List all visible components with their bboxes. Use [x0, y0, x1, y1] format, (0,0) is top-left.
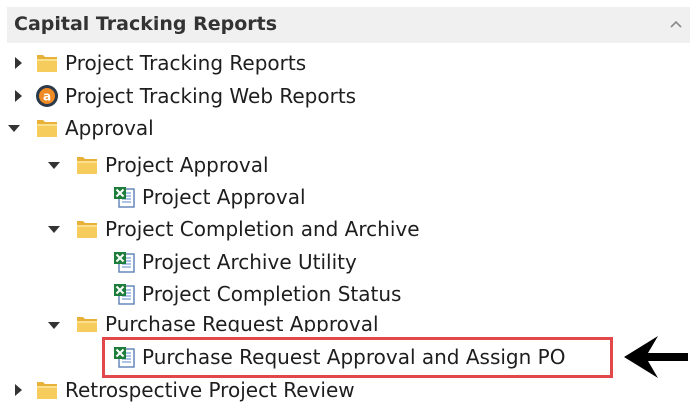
tree-item-label: Retrospective Project Review [65, 378, 355, 402]
panel-title: Capital Tracking Reports [14, 13, 278, 35]
expand-arrow-icon[interactable] [9, 87, 27, 105]
excel-report-icon [112, 282, 136, 306]
expand-arrow-icon[interactable] [9, 54, 27, 72]
tree-item-label: Project Approval [105, 153, 269, 177]
collapse-arrow-icon[interactable] [5, 119, 23, 137]
folder-icon [35, 378, 59, 402]
expand-arrow-icon[interactable] [9, 381, 27, 399]
capital-tracking-reports-panel: Capital Tracking Reports Project Trackin… [0, 0, 690, 405]
collapse-arrow-icon[interactable] [45, 316, 63, 332]
tree-item-label: Project Tracking Reports [65, 51, 307, 75]
tree-item-retrospective-project-review[interactable]: Retrospective Project Review [9, 375, 355, 405]
highlight-box [102, 337, 613, 378]
tree-item-label: Project Completion and Archive [105, 217, 420, 241]
tree-item-project-approval-folder[interactable]: Project Approval [45, 150, 269, 180]
tree-item-approval[interactable]: Approval [5, 113, 154, 143]
tree-item-project-completion-and-archive[interactable]: Project Completion and Archive [45, 214, 420, 244]
folder-icon [75, 153, 99, 177]
chevron-up-icon[interactable] [667, 15, 685, 33]
tree-item-label: Approval [65, 116, 154, 140]
tree-item-label: Purchase Request Approval [105, 312, 379, 332]
excel-report-icon [112, 185, 136, 209]
tree-item-project-tracking-web-reports[interactable]: Project Tracking Web Reports [9, 81, 356, 111]
tree-item-label: Project Tracking Web Reports [65, 84, 357, 108]
tree-item-label: Project Completion Status [142, 282, 402, 306]
tree-item-purchase-request-approval[interactable]: Purchase Request Approval [45, 310, 379, 332]
folder-icon [75, 313, 99, 332]
tree-item-project-tracking-reports[interactable]: Project Tracking Reports [9, 48, 306, 78]
tree-item-label: Project Archive Utility [142, 250, 357, 274]
pointer-arrow-icon [624, 336, 688, 378]
tree-item-project-approval-report[interactable]: Project Approval [112, 182, 306, 212]
panel-header[interactable]: Capital Tracking Reports [7, 7, 690, 43]
tree-item-label: Project Approval [142, 185, 306, 209]
collapse-arrow-icon[interactable] [45, 220, 63, 238]
excel-report-icon [112, 250, 136, 274]
collapse-arrow-icon[interactable] [45, 156, 63, 174]
tree-item-project-archive-utility[interactable]: Project Archive Utility [112, 247, 357, 277]
folder-icon [35, 116, 59, 140]
folder-icon [75, 217, 99, 241]
tree-item-project-completion-status[interactable]: Project Completion Status [112, 279, 401, 309]
web-report-icon [35, 84, 59, 108]
folder-icon [35, 51, 59, 75]
